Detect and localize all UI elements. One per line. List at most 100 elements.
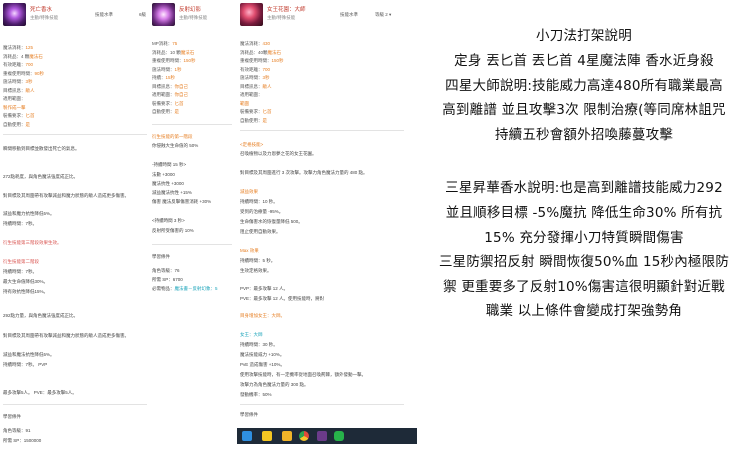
skill-panel-reflect-illusion: 反射幻影 主動/特殊技能 MP消耗：75 消耗品：10 顆魔法石 重複使用時間：… xyxy=(149,0,235,452)
skill-effect: 持續時間：5 秒。 xyxy=(240,258,276,263)
stat-row: 魔法消耗：125 xyxy=(3,45,34,50)
skill-icon-queen-garden xyxy=(240,3,263,26)
notes-icon[interactable] xyxy=(262,431,272,441)
self-buff-note: 目身增加女王：大師。 xyxy=(240,313,285,318)
stat-row: 自動使用：是 xyxy=(152,109,179,114)
skill-effect: PVP：最多攻擊 12 人。 xyxy=(240,286,289,291)
skill-subtitle: 主動/特殊技能 xyxy=(267,15,296,20)
notes-line: 三星防禦招反射 瞬間恢復50%血 15秒內極限防 xyxy=(438,254,730,270)
edge-icon[interactable] xyxy=(242,431,252,441)
skill-effect: 發動機率：50% xyxy=(240,392,272,397)
required-sp: 所需 SP：1500000 xyxy=(3,438,42,443)
skill-icon-death-perfume xyxy=(3,3,26,26)
required-level: 角色等級：91 xyxy=(3,428,31,433)
stat-row: 適用範圍： xyxy=(240,92,263,97)
notes-line: 禦 更重要多了反射10%傷害這很明顯針對近戰 xyxy=(443,279,725,295)
divider xyxy=(152,124,232,125)
stat-row: 適用範圍： xyxy=(3,96,26,101)
skill-effect: 攻擊力為角色魔法力量的 300 點。 xyxy=(240,382,309,387)
required-item: 必需物品：魔法書－反射幻象：5 xyxy=(152,286,218,291)
skill-effect: -持續時間 15 秒> xyxy=(152,162,187,167)
required-level: 角色等級：76 xyxy=(152,268,180,273)
stat-row: 裝備要求：匕首 xyxy=(3,113,35,118)
notes-line: 持續五秒會額外招喚藤蔓攻擊 xyxy=(494,127,674,143)
stat-row: 目標訊息：敵人 xyxy=(3,87,35,93)
skill-description: 瞬間移動到目標並散發出死亡的氣息。 xyxy=(3,146,80,151)
skill-title: 反射幻影 xyxy=(179,7,202,13)
skill-header: 女王花園：大師 主動/特殊技能 技能水準 等級 2 ▾ xyxy=(237,0,407,30)
stat-row: 有效距離：700 xyxy=(3,62,34,67)
skill-effect: 生效定格效果。 xyxy=(240,268,272,273)
game-icon[interactable] xyxy=(317,431,327,441)
skill-title: 女王花園：大師 xyxy=(267,7,306,13)
stat-row: 施法時間：3秒 xyxy=(240,75,270,80)
notes-line: 15% 充分發揮小刀特質瞬間傷害 xyxy=(484,230,684,246)
skill-effect: PVE：最多攻擊 12 人。使用技能時，將對 xyxy=(240,296,325,301)
strategy-notes: 小刀法打架說明 定身 丟匕首 丟匕首 4星魔法陣 香水近身殺 四星大師說明:技能… xyxy=(418,0,750,452)
skill-effect: 阻止使用自動效果。 xyxy=(240,229,281,234)
skill-effect: 反射所受傷害的 10% xyxy=(152,228,194,233)
stat-row: 施法時間：1秒 xyxy=(152,66,182,72)
stat-row: 重複使用時間：150秒 xyxy=(152,58,196,63)
skill-effect: 持有效抗性降低15%。 xyxy=(3,289,49,294)
derived-skill-link[interactable]: 衍生技能第二階段 xyxy=(3,259,39,265)
skill-stats: MP消耗：75 消耗品：10 顆魔法石 重複使用時間：150秒 施法時間：1秒 … xyxy=(152,40,196,117)
fixed-skill-heading: <定格技能> xyxy=(240,142,264,147)
skill-effect: 最多攻擊5人。 PVE：最多攻擊5人。 xyxy=(3,390,77,395)
skill-effect: 對目標及其周圍進行 3 次攻擊。攻擊力角色魔法力量的 480 點。 xyxy=(240,170,368,175)
divider xyxy=(3,134,147,135)
skill-level-label: 技能水準 xyxy=(340,12,358,17)
notes-line: 四星大師說明:技能威力高達480所有職業最高 xyxy=(445,78,723,94)
skill-effect: 292點力量，與角色魔法強度成正比。 xyxy=(3,313,79,318)
skill-effect: 使用攻擊技能時，有一定機率從地面召喚荊棘，額外發動一擊。 xyxy=(240,372,366,377)
skill-effect: 持續時間：10 秒。 xyxy=(240,199,278,204)
debuff-heading: 減益效果 xyxy=(240,189,258,194)
skill-effect: 法數 +3000 xyxy=(152,172,175,177)
stat-row: 消耗品：40顆魔法石 xyxy=(240,49,282,55)
stat-row: 自動使用：是 xyxy=(240,117,267,123)
learn-conditions-title: 學習條件 xyxy=(3,414,21,419)
notes-line: 職業 以上條件會變成打架強勢角 xyxy=(485,303,683,319)
skill-effect: 持續時間：7秒。 xyxy=(3,221,38,226)
skill-effect: 傷害 魔法反擊傷害消耗 +30% xyxy=(152,199,212,204)
notes-title: 小刀法打架說明 xyxy=(536,28,632,44)
stat-row: 魔法消耗：430 xyxy=(240,41,271,46)
skill-level-label: 技能水準 xyxy=(95,12,113,17)
skill-effect: 持續時間：7秒。 xyxy=(3,269,38,274)
windows-taskbar xyxy=(237,428,417,444)
stat-row: 適用範圍：你自己 xyxy=(152,92,188,97)
line-icon[interactable] xyxy=(334,431,344,441)
stat-row: 消耗品：10 顆魔法石 xyxy=(152,49,195,55)
folder-icon[interactable] xyxy=(282,431,292,441)
skill-subtitle: 主動/特殊技能 xyxy=(179,15,208,20)
skill-effect: 減益和魔力抗性降低5%。 xyxy=(3,211,55,216)
skill-level-value[interactable]: 6級 xyxy=(139,12,146,18)
skill-level-select[interactable]: 等級 2 ▾ xyxy=(375,12,391,18)
stat-row: 範圍 xyxy=(240,100,249,106)
required-sp: 所需 SP：6700 xyxy=(152,277,183,282)
buff-link-queen-master[interactable]: 女王：大師 xyxy=(240,332,263,338)
learn-conditions-title: 學習條件 xyxy=(152,254,170,259)
skill-effect: 魔法技能威力 +10%。 xyxy=(240,352,285,357)
stat-row: 施法時間：3秒 xyxy=(3,79,33,84)
stat-row: 消耗品：4 顆魔法石 xyxy=(3,53,43,59)
skill-panel-death-perfume: 死亡香水 主動/特殊技能 技能水準 6級 魔法消耗：125 消耗品：4 顆魔法石… xyxy=(0,0,150,452)
skill-effect: <持續時間 3 秒> xyxy=(152,218,185,223)
skill-effect: 對目標及其周圍帶有攻擊減益和魔力狀態的敵人造成更多傷害。 xyxy=(3,333,129,338)
divider xyxy=(3,404,147,405)
skill-effect: 持續時間：7秒。 PVP xyxy=(3,362,48,367)
skill-stats: 魔法消耗：125 消耗品：4 顆魔法石 有效距離：700 重複使用時間：90秒 … xyxy=(3,44,44,129)
skill-effect: 對目標及其周圍帶有攻擊減益和魔力狀態的敵人造成更多傷害。 xyxy=(3,193,129,198)
skill-effect: PvE 造成傷害 +10%。 xyxy=(240,362,285,367)
skill-effect: 272點耗度，與角色魔法強度成正比。 xyxy=(3,174,79,179)
skill-effect: 持續時間：30 秒。 xyxy=(240,342,278,347)
learn-conditions-title: 學習條件 xyxy=(240,412,258,417)
skill-effect: 生命傷害水的恢復量降低 500。 xyxy=(240,219,303,224)
chrome-icon[interactable] xyxy=(299,431,309,441)
skill-stats: 魔法消耗：430 消耗品：40顆魔法石 重複使用時間：150秒 有效距離：700… xyxy=(240,40,284,125)
stat-row: 持續：15秒 xyxy=(152,75,176,80)
derived-skill-link[interactable]: 衍生技能第三階段效果生效。 xyxy=(3,240,62,246)
notes-line: 定身 丟匕首 丟匕首 4星魔法陣 香水近身殺 xyxy=(454,53,714,69)
stat-row: MP消耗：75 xyxy=(152,41,178,46)
skill-header: 死亡香水 主動/特殊技能 技能水準 6級 xyxy=(0,0,150,30)
